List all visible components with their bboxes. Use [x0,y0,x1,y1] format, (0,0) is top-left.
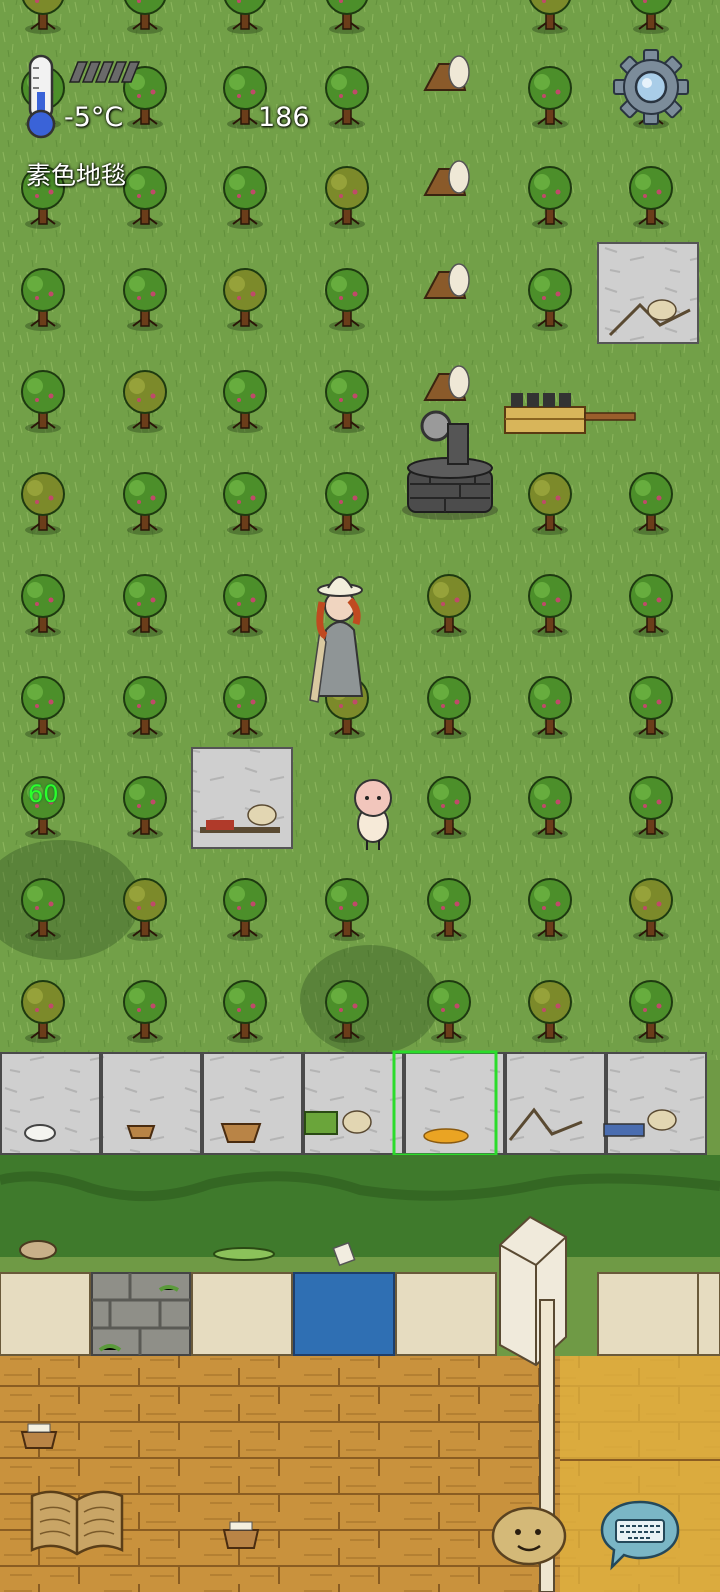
game-world[interactable] [0,0,720,1592]
stone-floor-tile[interactable] [101,1052,202,1155]
thermometer-icon [24,54,60,140]
stone-floor-tile[interactable] [303,1052,404,1155]
stone-floor-tile[interactable] [606,1052,707,1155]
settings-button[interactable] [612,48,690,126]
food-bar [68,58,141,84]
grave-tile [597,242,699,344]
emote-button[interactable] [490,1502,568,1566]
open-book-icon [30,1490,124,1556]
tech-book-button[interactable] [28,1486,126,1556]
food-count: 186 [258,102,310,133]
temperature-readout: -5°C [64,102,124,133]
stone-floor-tile[interactable] [505,1052,606,1155]
wall-row [0,1272,720,1356]
ground-type-label: 素色地毯 [26,161,127,190]
gear-icon [613,49,689,125]
stone-floor-row [0,1052,707,1155]
chat-button[interactable] [598,1498,682,1572]
hedge-band [0,1155,720,1257]
emote-face-icon [491,1506,567,1566]
age-indicator: 60 [28,780,59,808]
grave-tile [191,747,293,849]
keyboard-chat-icon [600,1500,680,1571]
